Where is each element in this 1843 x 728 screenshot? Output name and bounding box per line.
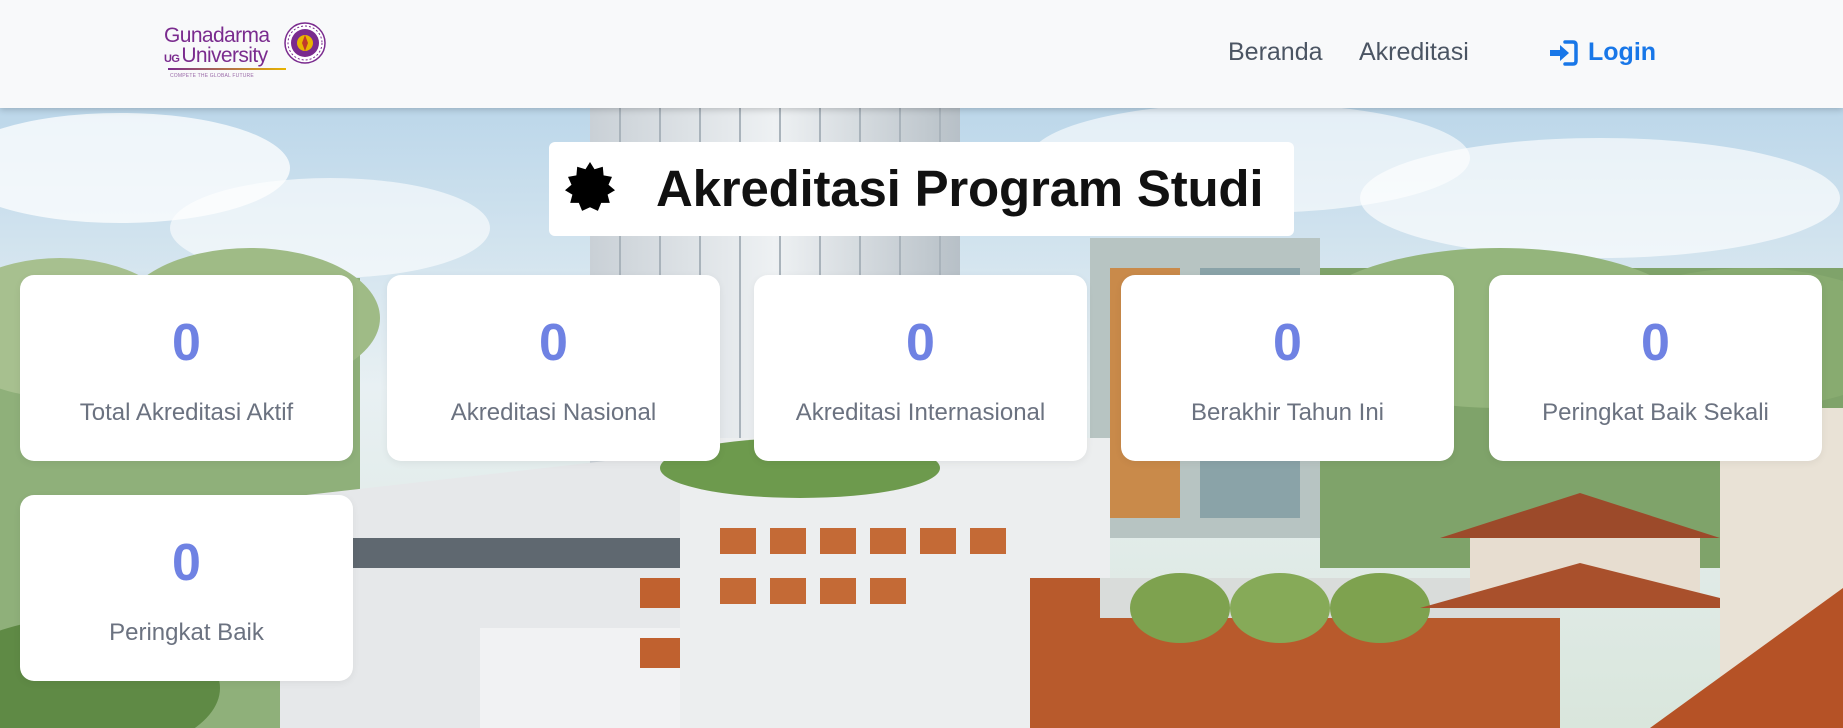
stat-card-berakhir-tahun-ini: 0 Berakhir Tahun Ini [1121,275,1454,461]
stat-label: Berakhir Tahun Ini [1190,399,1384,426]
stat-value: 0 [906,314,935,372]
page-title: Akreditasi Program Studi [656,160,1264,217]
stat-value: 0 [172,534,201,592]
logo-wordmark: Gunadarma UGUniversity [164,24,270,67]
stat-label: Peringkat Baik Sekali [1542,399,1769,426]
nav-beranda[interactable]: Beranda [1228,38,1323,67]
stat-value: 0 [1641,314,1670,372]
stat-card-total-akreditasi-aktif: 0 Total Akreditasi Aktif [20,275,353,461]
stat-label: Akreditasi Nasional [450,399,657,426]
stat-label: Peringkat Baik [109,619,264,646]
page-title-box: Akreditasi Program Studi [549,142,1294,236]
sign-in-icon [1550,39,1578,66]
login-label: Login [1588,38,1657,66]
stat-value: 0 [172,314,201,372]
stat-label: Total Akreditasi Aktif [79,399,294,426]
university-seal-icon [284,22,326,64]
login-button[interactable]: Login [1548,38,1656,67]
logo-tagline: COMPETE THE GLOBAL FUTURE [170,73,254,79]
stat-card-peringkat-baik: 0 Peringkat Baik [20,495,353,681]
logo-underline [168,68,286,70]
stat-card-akreditasi-internasional: 0 Akreditasi Internasional [754,275,1087,461]
navbar: Gunadarma UGUniversity COMPETE THE GLOBA… [0,0,1843,108]
certificate-badge-icon [565,162,615,211]
stat-card-peringkat-baik-sekali: 0 Peringkat Baik Sekali [1489,275,1822,461]
gunadarma-logo[interactable]: Gunadarma UGUniversity COMPETE THE GLOBA… [164,22,326,84]
stat-value: 0 [539,314,568,372]
stat-label: Akreditasi Internasional [795,399,1046,426]
stat-card-akreditasi-nasional: 0 Akreditasi Nasional [387,275,720,461]
nav-akreditasi[interactable]: Akreditasi [1359,38,1469,67]
stat-value: 0 [1273,314,1302,372]
